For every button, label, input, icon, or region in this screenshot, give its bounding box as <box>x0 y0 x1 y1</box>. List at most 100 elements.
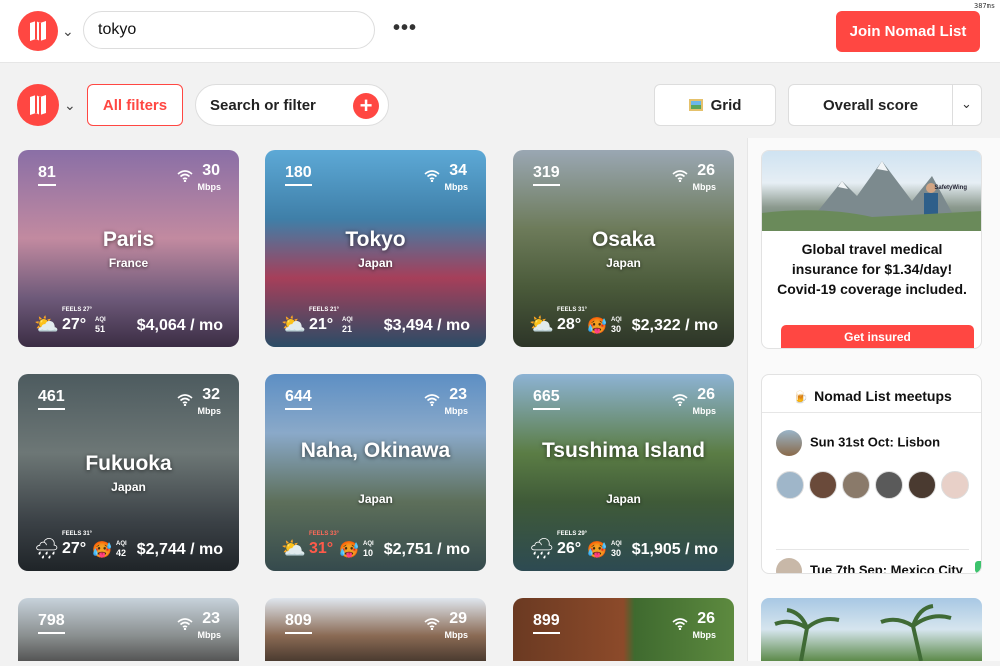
feels-like: FEELS 21° <box>309 307 340 313</box>
avatar[interactable] <box>941 471 969 499</box>
sort-select[interactable]: Overall score ⌄ <box>788 84 982 126</box>
aqi-face-icon: 🥵 <box>587 318 607 335</box>
speed-unit: Mbps <box>444 406 469 416</box>
event-thumbnail <box>776 558 802 573</box>
chevron-down-icon[interactable]: ⌄ <box>64 97 76 114</box>
event-thumbnail <box>776 430 802 456</box>
meetups-header: 🍺 Nomad List meetups <box>762 375 981 413</box>
top-header: ⌄ ••• Join Nomad List 387ms <box>0 0 1000 63</box>
aqi-value: 10 <box>363 548 374 558</box>
city-card[interactable]: 798 23 Mbps <box>18 598 239 661</box>
meetup-event[interactable]: Sun 31st Oct: Lisbon <box>776 430 940 456</box>
aqi-value: 42 <box>116 548 127 558</box>
search-filter-placeholder: Search or filter <box>210 97 316 114</box>
aqi-label: AQI <box>363 541 374 547</box>
ad-image: SafetyWing <box>762 151 981 231</box>
meetup-event[interactable]: Tue 7th Sep: Mexico City <box>776 558 963 573</box>
all-filters-button[interactable]: All filters <box>87 84 183 126</box>
city-card-tsushima[interactable]: 665 26 Mbps Tsushima Island Japan 🌧 FEEL… <box>513 374 734 571</box>
city-card-fukuoka[interactable]: 461 32 Mbps Fukuoka Japan 🌧 FEELS 31° 27… <box>18 374 239 571</box>
wifi-icon <box>424 618 440 630</box>
chevron-down-icon[interactable]: ⌄ <box>961 96 972 112</box>
join-nomad-list-button[interactable]: Join Nomad List <box>836 11 980 52</box>
city-card-paris[interactable]: 81 30 Mbps Paris France ⛅ FEELS 27° 27° … <box>18 150 239 347</box>
aqi-label: AQI <box>611 317 622 323</box>
avatar[interactable] <box>809 471 837 499</box>
sidebar-image <box>761 598 982 662</box>
weather-icon: ⛅ <box>281 538 306 560</box>
city-name: Tsushima Island <box>542 439 705 462</box>
insurance-ad[interactable]: SafetyWing Global travel medical insuran… <box>761 150 982 349</box>
grid-label: Grid <box>710 96 742 114</box>
wifi-icon <box>424 394 440 406</box>
city-rank: 798 <box>38 612 65 634</box>
nomad-list-logo[interactable] <box>18 11 58 51</box>
monthly-cost: $2,744 / mo <box>136 541 223 558</box>
speed-unit: Mbps <box>444 182 469 192</box>
internet-speed: 26 <box>697 610 715 627</box>
monthly-cost: $2,751 / mo <box>383 541 470 558</box>
get-insured-button[interactable]: Get insured <box>781 325 974 348</box>
avatar[interactable] <box>875 471 903 499</box>
city-rank: 461 <box>38 388 65 410</box>
avatar[interactable] <box>776 471 804 499</box>
aqi-value: 21 <box>342 324 353 334</box>
monthly-cost: $4,064 / mo <box>136 317 223 334</box>
city-card[interactable]: 899 26 Mbps <box>513 598 734 661</box>
city-card[interactable]: 809 29 Mbps <box>265 598 486 661</box>
divider <box>776 549 969 550</box>
search-filter-field[interactable]: Search or filter + <box>195 84 389 126</box>
aqi-face-icon: 🥵 <box>92 542 112 559</box>
temperature: 21° <box>309 316 334 333</box>
city-card-tokyo[interactable]: 180 34 Mbps Tokyo Japan ⛅ FEELS 21° 21° … <box>265 150 486 347</box>
feels-like: FEELS 27° <box>62 307 93 313</box>
meetups-title: Nomad List meetups <box>814 388 952 404</box>
map-icon <box>30 21 46 41</box>
weather-icon: 🌧 <box>529 538 555 560</box>
online-indicator <box>975 561 981 573</box>
city-rank: 180 <box>285 164 312 186</box>
speed-unit: Mbps <box>692 182 717 192</box>
city-rank: 665 <box>533 388 560 410</box>
aqi-face-icon: 🥵 <box>587 542 607 559</box>
country-name: Japan <box>111 480 146 494</box>
aqi-label: AQI <box>611 541 622 547</box>
speed-unit: Mbps <box>197 630 222 640</box>
wifi-icon <box>177 618 193 630</box>
beer-icon: 🍺 <box>793 390 809 404</box>
city-card-naha[interactable]: 644 23 Mbps Naha, Okinawa Japan ⛅ FEELS … <box>265 374 486 571</box>
chevron-down-icon[interactable]: ⌄ <box>62 23 74 40</box>
internet-speed: 29 <box>449 610 467 627</box>
load-time-label: 387ms <box>974 2 996 10</box>
speed-unit: Mbps <box>692 630 717 640</box>
meetups-panel: 🍺 Nomad List meetups Sun 31st Oct: Lisbon… <box>761 374 982 574</box>
add-filter-icon[interactable]: + <box>353 93 379 119</box>
avatar[interactable] <box>908 471 936 499</box>
aqi-face-icon: 🥵 <box>339 542 359 559</box>
more-options-button[interactable]: ••• <box>393 17 417 40</box>
wifi-icon <box>672 170 688 182</box>
divider <box>952 85 953 125</box>
city-card-osaka[interactable]: 319 26 Mbps Osaka Japan ⛅ FEELS 31° 28° … <box>513 150 734 347</box>
avatar[interactable] <box>842 471 870 499</box>
feels-like: FEELS 29° <box>557 531 588 537</box>
mountain-image <box>762 161 981 231</box>
aqi-label: AQI <box>95 317 106 323</box>
temperature: 27° <box>62 316 87 333</box>
event-label: Sun 31st Oct: Lisbon <box>810 434 941 450</box>
wifi-icon <box>672 394 688 406</box>
map-icon <box>30 95 46 115</box>
city-rank: 319 <box>533 164 560 186</box>
speed-unit: Mbps <box>444 630 469 640</box>
filter-logo-button[interactable] <box>17 84 59 126</box>
city-rank: 81 <box>38 164 56 186</box>
city-name: Tokyo <box>345 228 406 251</box>
grid-view-button[interactable]: Grid <box>654 84 776 126</box>
country-name: Japan <box>358 256 393 270</box>
aqi-value: 51 <box>95 324 106 334</box>
monthly-cost: $2,322 / mo <box>631 317 718 334</box>
internet-speed: 23 <box>202 610 220 627</box>
search-input[interactable] <box>83 11 375 49</box>
attendee-avatars <box>776 471 976 516</box>
city-rank: 644 <box>285 388 312 410</box>
